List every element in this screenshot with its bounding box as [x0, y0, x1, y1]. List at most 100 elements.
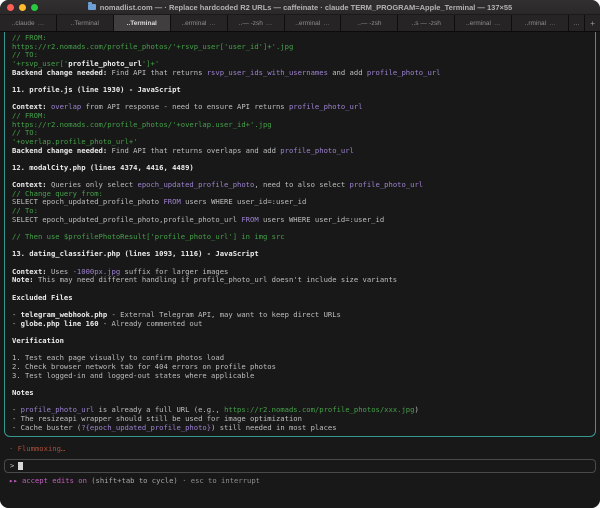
text-segment: FROM — [163, 197, 181, 207]
prompt-input-box[interactable]: > — [4, 458, 596, 473]
text-segment: 3. Test logged-in and logged-out states … — [12, 370, 255, 380]
text-segment: Note: — [12, 275, 34, 285]
folder-icon — [87, 2, 96, 10]
text-segment: ) — [414, 405, 419, 415]
text-segment: Verification — [12, 335, 64, 345]
terminal-line: Context: overlap from API response - nee… — [12, 102, 588, 112]
tab-active[interactable]: ..Terminal — [113, 15, 171, 31]
title-bar: nomadlist.com — · Replace hardcoded R2 U… — [0, 0, 600, 15]
text-segment: profile_photo_url — [288, 102, 363, 112]
text-segment: https://r2.nomads.com/profile_photos/'+r… — [12, 41, 294, 51]
text-segment: - — [12, 405, 21, 415]
terminal-line: Notes — [12, 387, 588, 398]
text-segment: , need to also select — [254, 180, 350, 190]
text-segment: https://r2.nomads.com/profile_photos/'+o… — [12, 119, 272, 129]
text-segment: // Then use $profilePhotoResult['profile… — [12, 232, 285, 242]
terminal-content[interactable]: // FROM: https://r2.nomads.com/profile_ph… — [0, 32, 600, 508]
text-segment: SELECT epoch_updated_profile_photo,profi… — [12, 214, 242, 224]
tab-label: ..claude — [11, 19, 35, 27]
text-segment: (shift+tab to cycle) — [86, 475, 178, 485]
text-segment: // Change query from: — [12, 188, 103, 198]
minimize-window-button[interactable] — [19, 4, 26, 11]
tab-label: ..Terminal — [126, 19, 157, 27]
terminal-line: https://r2.nomads.com/profile_photos/'+r… — [12, 41, 588, 52]
tab-label: ..Terminal — [70, 19, 99, 27]
text-segment: SELECT epoch_updated_profile_photo — [12, 197, 164, 207]
text-segment: Context: — [12, 102, 47, 112]
text-segment: https://r2.nomads.com/profile_photos/xxx… — [224, 405, 415, 415]
terminal-line: SELECT epoch_updated_profile_photo FROM … — [12, 198, 588, 207]
window-title: nomadlist.com — · Replace hardcoded R2 U… — [87, 2, 512, 12]
tab-activity-indicator: … — [209, 19, 216, 27]
tab-label: ..erminal — [465, 19, 491, 27]
text-segment: // FROM: — [12, 110, 47, 120]
text-segment: users WHERE user_id=:user_id — [180, 197, 307, 207]
tab-bar: ..claude… ..Terminal ..Terminal ..erminal….… — [0, 15, 600, 32]
tab[interactable]: ..rminal… — [512, 15, 570, 31]
tab[interactable]: ..Terminal — [56, 15, 114, 31]
text-segment: from API response - need to ensure API r… — [81, 102, 289, 112]
tab[interactable]: ..claude… — [0, 15, 57, 31]
text-segment: Queries only select — [46, 180, 138, 190]
text-segment: and add — [327, 67, 367, 77]
tab[interactable]: ..— -zsh… — [227, 15, 285, 31]
text-segment: FROM — [241, 214, 259, 224]
text-segment: - — [12, 318, 21, 328]
terminal-line: Verification — [12, 335, 588, 346]
text-segment: 2. Check browser network tab for 404 err… — [12, 361, 276, 371]
tab-overflow-indicator[interactable]: … — [569, 15, 586, 31]
text-segment: profile_photo_url — [349, 180, 424, 190]
text-segment: Backend change needed: — [12, 145, 108, 155]
text-segment: Backend change needed: — [12, 67, 108, 77]
spinner-status: · Flummoxing… — [9, 444, 66, 454]
terminal-line: 11. profile.js (line 1930) - JavaScript — [12, 84, 588, 95]
text-segment: ▸▸ accept edits on — [9, 475, 87, 485]
tab[interactable]: ..erminal… — [455, 15, 513, 31]
text-segment: Notes — [12, 387, 34, 397]
zoom-window-button[interactable] — [31, 4, 38, 11]
terminal-line: Backend change needed: Find API that ret… — [12, 145, 588, 156]
terminal-window: nomadlist.com — · Replace hardcoded R2 U… — [0, 0, 600, 508]
text-segment: Find API that returns — [107, 67, 207, 77]
text-segment: 12. modalCity.php (lines 4374, 4416, 448… — [12, 162, 194, 172]
close-window-button[interactable] — [7, 4, 14, 11]
tab-activity-indicator: … — [323, 19, 330, 27]
text-segment: Context: — [12, 180, 47, 190]
tab-label: ..s — -zsh — [411, 19, 441, 27]
text-segment: profile_photo_url — [68, 58, 142, 68]
tab-label: ..rminal — [524, 19, 547, 27]
claude-plan-box: // FROM: https://r2.nomads.com/profile_ph… — [4, 32, 596, 438]
tab-activity-indicator: … — [265, 19, 273, 27]
text-segment: Find API that returns overlaps and add — [107, 145, 281, 155]
text-segment: '+overlap.profile_photo_url+' — [12, 136, 138, 146]
terminal-line: Excluded Files — [12, 293, 588, 303]
terminal-line: 3. Test logged-in and logged-out states … — [12, 370, 588, 381]
text-segment: 13. dating_classifier.php (lines 1093, 1… — [12, 249, 259, 259]
text-segment: profile_photo_url — [366, 67, 441, 77]
tab[interactable]: ..erminal… — [284, 15, 342, 31]
tab-activity-indicator: … — [37, 19, 45, 27]
new-tab-button[interactable]: + — [585, 15, 600, 31]
text-segment: 11. profile.js (line 1930) - JavaScript — [12, 84, 181, 94]
tab-activity-indicator: … — [493, 19, 501, 27]
tab[interactable]: ..erminal… — [170, 15, 228, 31]
tab-label: ..— -zsh — [357, 19, 382, 27]
tab-label: ..erminal — [295, 19, 321, 27]
terminal-output: // FROM: https://r2.nomads.com/profile_ph… — [12, 33, 588, 432]
status-bar: ▸▸ accept edits on (shift+tab to cycle) … — [9, 475, 600, 486]
text-segment: This may need different handling if prof… — [33, 275, 398, 285]
text-segment: users WHERE user_id=:user_id — [258, 214, 385, 224]
text-segment: epoch_updated_profile_photo — [137, 180, 255, 190]
text-segment: - Cache buster ( — [12, 422, 82, 432]
tab[interactable]: ..— -zsh — [341, 15, 399, 31]
text-segment: Context: — [12, 266, 47, 276]
tab-label: ..erminal — [181, 19, 207, 27]
terminal-line: SELECT epoch_updated_profile_photo,profi… — [12, 214, 588, 225]
text-segment: - External Telegram API, may want to kee… — [107, 310, 341, 319]
tab-label: ..— -zsh — [238, 19, 263, 27]
text-segment: - Already commented out — [98, 318, 203, 328]
text-segment: ) still needed in most places — [211, 422, 337, 432]
terminal-line: 12. modalCity.php (lines 4374, 4416, 448… — [12, 162, 588, 173]
tab[interactable]: ..s — -zsh — [398, 15, 456, 31]
